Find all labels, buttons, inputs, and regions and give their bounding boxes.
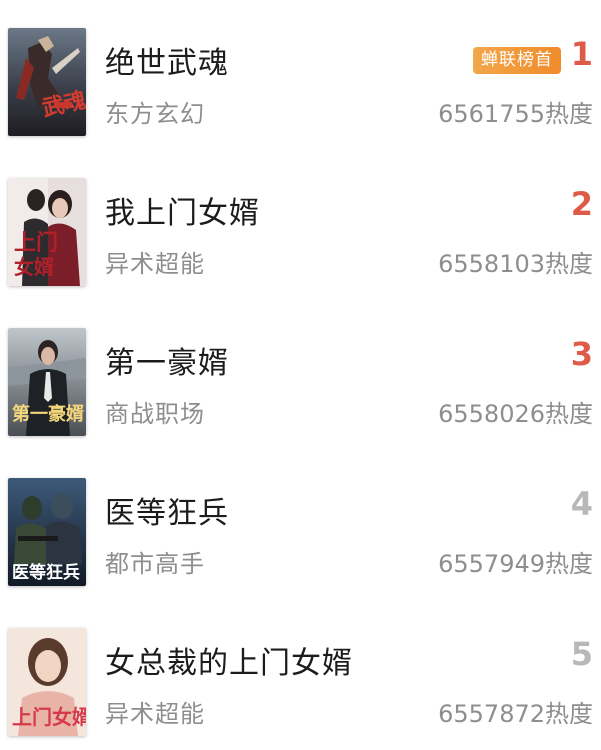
heat-unit: 热度 (545, 700, 593, 728)
rank-number: 4 (570, 485, 593, 523)
rank-number: 1 (570, 35, 593, 73)
book-cover-couple[interactable]: 上门 女婿 (8, 178, 86, 286)
warrior-cover-icon: 武魂 (8, 28, 86, 136)
book-genre: 异术超能 (105, 700, 205, 728)
heat-number: 6561755 (438, 100, 545, 128)
book-cover-businessman[interactable]: 第一豪婿 (8, 328, 86, 436)
businessman-cover-icon: 第一豪婿 (8, 328, 86, 436)
soldier-cover-icon: 医等狂兵 (8, 478, 86, 586)
heat-unit: 热度 (545, 100, 593, 128)
heat-number: 6558026 (438, 400, 545, 428)
book-title[interactable]: 女总裁的上门女婿 (105, 638, 353, 682)
consecutive-top-badge: 蝉联榜首 (473, 47, 561, 74)
heat-number: 6557872 (438, 700, 545, 728)
heat-value: 6558103热度 (438, 244, 593, 279)
heat-unit: 热度 (545, 550, 593, 578)
book-title[interactable]: 第一豪婿 (105, 338, 229, 382)
book-genre: 异术超能 (105, 250, 205, 278)
svg-text:医等狂兵: 医等狂兵 (12, 562, 80, 583)
heat-value: 6558026热度 (438, 394, 593, 429)
woman-cover-icon: 上门女婿 (8, 628, 86, 736)
ranking-list: 武魂 绝世武魂 东方玄幻 蝉联榜首 1 6561755热度 上门 女婿 我上门女… (0, 0, 601, 736)
rank-number: 5 (570, 635, 593, 673)
ranking-row-4[interactable]: 医等狂兵 医等狂兵 都市高手 4 6557949热度 (0, 460, 601, 600)
svg-text:上门: 上门 (14, 230, 58, 256)
book-cover-woman[interactable]: 上门女婿 (8, 628, 86, 736)
book-genre: 东方玄幻 (105, 100, 205, 128)
book-title[interactable]: 我上门女婿 (105, 188, 260, 232)
heat-value: 6557949热度 (438, 544, 593, 579)
svg-text:第一豪婿: 第一豪婿 (12, 403, 84, 425)
heat-number: 6557949 (438, 550, 545, 578)
book-cover-warrior[interactable]: 武魂 (8, 28, 86, 136)
rank-number: 2 (570, 185, 593, 223)
ranking-row-5[interactable]: 上门女婿 女总裁的上门女婿 异术超能 5 6557872热度 (0, 610, 601, 750)
rank-number: 3 (570, 335, 593, 373)
heat-value: 6561755热度 (438, 94, 593, 129)
ranking-row-2[interactable]: 上门 女婿 我上门女婿 异术超能 2 6558103热度 (0, 160, 601, 300)
heat-value: 6557872热度 (438, 694, 593, 729)
couple-cover-icon: 上门 女婿 (8, 178, 86, 286)
book-cover-soldier[interactable]: 医等狂兵 (8, 478, 86, 586)
svg-text:上门女婿: 上门女婿 (12, 705, 86, 729)
ranking-row-3[interactable]: 第一豪婿 第一豪婿 商战职场 3 6558026热度 (0, 310, 601, 450)
heat-unit: 热度 (545, 400, 593, 428)
ranking-row-1[interactable]: 武魂 绝世武魂 东方玄幻 蝉联榜首 1 6561755热度 (0, 10, 601, 150)
book-genre: 都市高手 (105, 550, 205, 578)
book-genre: 商战职场 (105, 400, 205, 428)
svg-text:女婿: 女婿 (14, 255, 54, 279)
heat-unit: 热度 (545, 250, 593, 278)
book-title[interactable]: 绝世武魂 (105, 38, 229, 82)
heat-number: 6558103 (438, 250, 545, 278)
book-title[interactable]: 医等狂兵 (105, 488, 229, 532)
